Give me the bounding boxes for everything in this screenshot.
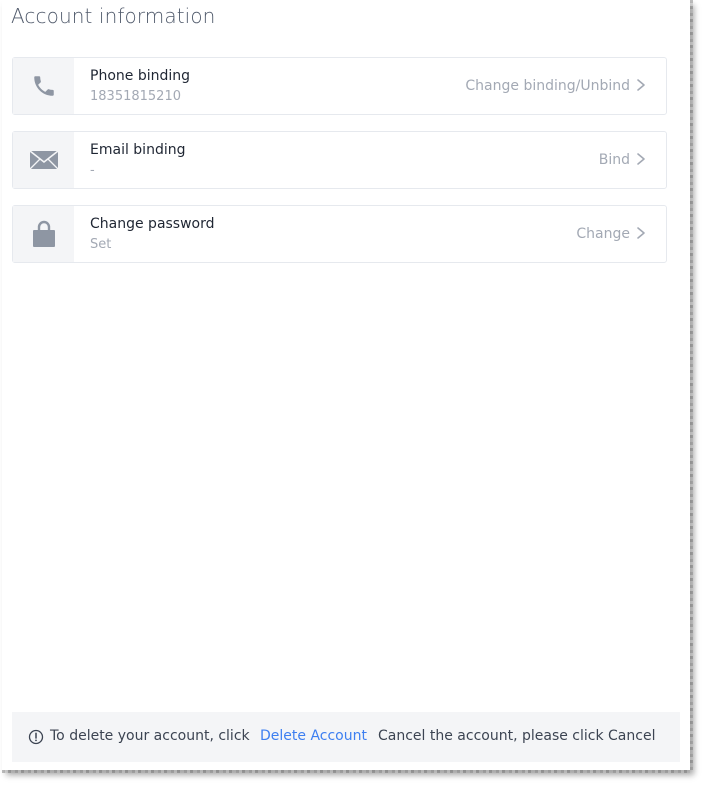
email-binding-row[interactable]: Email binding - Bind: [12, 131, 667, 189]
change-password-row[interactable]: Change password Set Change: [12, 205, 667, 263]
page-title: Account information: [11, 4, 216, 28]
phone-binding-row[interactable]: Phone binding 18351815210 Change binding…: [12, 57, 667, 115]
delete-account-hint: To delete your account, click: [50, 728, 250, 744]
bind-email-link[interactable]: Bind: [599, 152, 630, 168]
chevron-right-icon: [637, 153, 645, 165]
page: Account information Phone binding 183518…: [0, 0, 707, 787]
delete-account-footer: To delete your account, click Delete Acc…: [12, 712, 680, 762]
phone-binding-label: Phone binding: [90, 68, 191, 84]
change-password-label: Change password: [90, 216, 215, 232]
lock-icon: [32, 220, 55, 247]
password-status-value: Set: [90, 237, 112, 252]
cancel-account-hint: Cancel the account, please click Cancel: [378, 728, 656, 744]
email-binding-label: Email binding: [90, 142, 186, 158]
change-unbind-phone-link[interactable]: Change binding/Unbind: [465, 78, 630, 94]
email-icon: [29, 150, 58, 170]
info-circle-icon: [28, 729, 44, 745]
phone-icon-box: [13, 58, 74, 114]
delete-account-link[interactable]: Delete Account: [260, 728, 367, 744]
email-value: -: [90, 163, 95, 178]
chevron-right-icon: [637, 79, 645, 91]
chevron-right-icon: [637, 227, 645, 239]
phone-number-value: 18351815210: [90, 89, 181, 104]
lock-icon-box: [13, 206, 74, 262]
phone-icon: [33, 76, 54, 96]
account-panel: Account information Phone binding 183518…: [2, 0, 693, 773]
email-icon-box: [13, 132, 74, 188]
change-password-link[interactable]: Change: [576, 226, 630, 242]
